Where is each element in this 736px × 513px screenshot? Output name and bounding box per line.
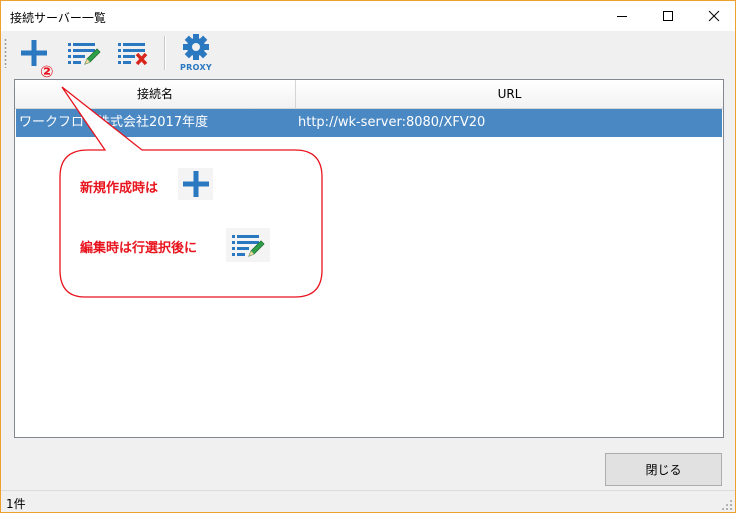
table-row[interactable]: ワークフロー株式会社2017年度 http://wk-server:8080/X…	[16, 109, 722, 137]
connection-name-cell: ワークフロー株式会社2017年度	[19, 115, 209, 130]
connection-url-cell: http://wk-server:8080/XFV20	[298, 115, 486, 130]
list-header: 接続名 URL	[15, 80, 723, 109]
column-header-name[interactable]: 接続名	[15, 80, 296, 108]
close-window-button[interactable]	[691, 1, 735, 31]
edit-button[interactable]	[63, 35, 105, 71]
column-header-url[interactable]: URL	[296, 80, 723, 108]
minimize-icon	[617, 16, 627, 17]
maximize-icon	[663, 11, 673, 21]
gear-icon	[183, 34, 209, 60]
server-list[interactable]: 接続名 URL ワークフロー株式会社2017年度 http://wk-serve…	[14, 79, 724, 438]
toolbar-separator	[164, 36, 166, 70]
minimize-button[interactable]	[599, 1, 645, 31]
record-count: 1件	[6, 497, 26, 511]
status-bar: 1件	[1, 490, 735, 512]
close-icon	[708, 10, 720, 22]
close-button[interactable]: 閉じる	[605, 453, 722, 486]
plus-icon	[21, 40, 47, 66]
window-title: 接続サーバー一覧	[10, 11, 106, 25]
connection-server-list-window: 接続サーバー一覧 PROXY 接続名 URL ワークフロー株式会社2017年度 …	[0, 0, 736, 513]
toolbar: PROXY	[1, 31, 735, 75]
add-button[interactable]	[15, 35, 53, 71]
maximize-button[interactable]	[645, 1, 691, 31]
delete-button[interactable]	[113, 35, 153, 71]
edit-list-icon	[68, 43, 101, 65]
title-bar: 接続サーバー一覧	[1, 1, 735, 31]
toolbar-grip[interactable]	[4, 38, 7, 68]
proxy-label: PROXY	[180, 63, 212, 72]
proxy-button[interactable]: PROXY	[173, 34, 219, 72]
delete-list-icon	[118, 43, 148, 66]
resize-grip[interactable]	[721, 499, 732, 510]
